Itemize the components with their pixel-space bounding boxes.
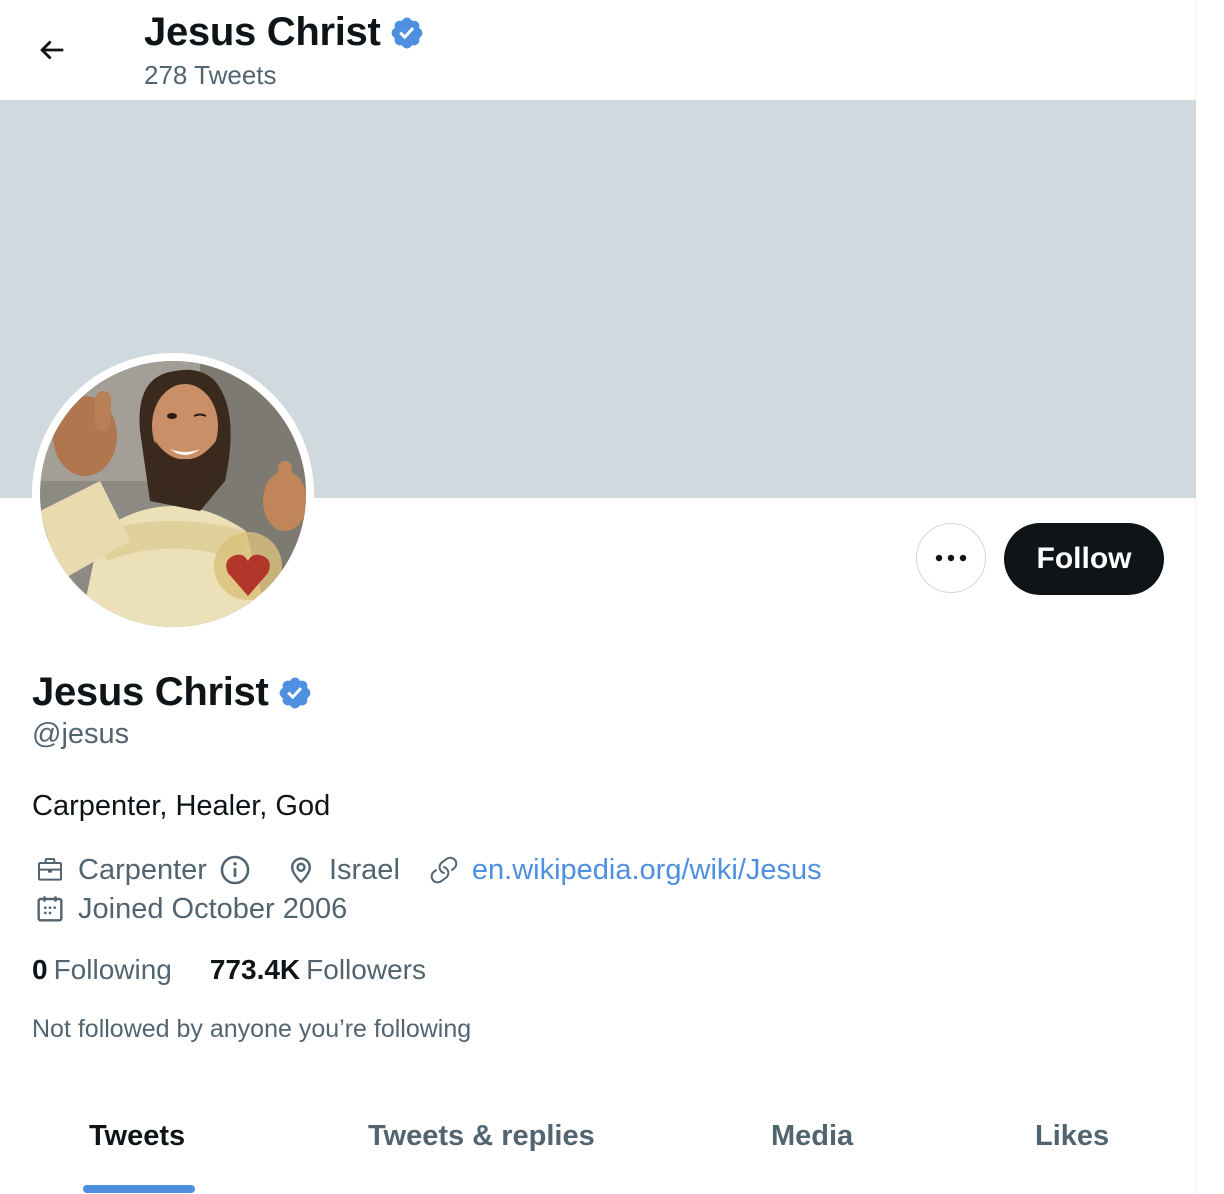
active-tab-indicator — [83, 1185, 195, 1193]
tab-likes[interactable]: Likes — [1035, 1120, 1109, 1153]
briefcase-icon — [32, 852, 68, 888]
tab-tweets-replies[interactable]: Tweets & replies — [368, 1120, 595, 1153]
header-title: Jesus Christ — [144, 10, 425, 55]
avatar-image — [40, 361, 306, 627]
more-horizontal-icon — [935, 554, 967, 562]
verified-badge-icon — [391, 17, 422, 48]
website-item[interactable]: en.wikipedia.org/wiki/Jesus — [426, 852, 822, 888]
tab-media[interactable]: Media — [771, 1120, 853, 1153]
follow-button[interactable]: Follow — [1004, 523, 1164, 595]
follow-stats: 0 Following 773.4K Followers — [32, 954, 426, 986]
not-followed-note: Not followed by anyone you’re following — [32, 1015, 472, 1043]
profile-meta: Carpenter Israel en.wikipedia.org/wiki/J… — [32, 852, 822, 888]
tab-tweets[interactable]: Tweets — [89, 1120, 185, 1153]
followers-stat[interactable]: 773.4K Followers — [210, 954, 426, 986]
profile-name-row: Jesus Christ — [32, 670, 313, 715]
location-item: Israel — [283, 852, 400, 888]
back-button[interactable] — [24, 22, 80, 78]
following-label: Following — [53, 954, 172, 985]
location-label: Israel — [328, 853, 400, 886]
website-link[interactable]: en.wikipedia.org/wiki/Jesus — [472, 854, 822, 887]
location-pin-icon — [283, 852, 319, 888]
more-button[interactable] — [916, 523, 986, 593]
following-stat[interactable]: 0 Following — [32, 954, 172, 986]
profile-handle: @jesus — [32, 718, 130, 750]
followers-label: Followers — [306, 954, 426, 985]
profile-bio: Carpenter, Healer, God — [32, 790, 331, 822]
profession-label: Carpenter — [78, 853, 207, 886]
tweet-count: 278 Tweets — [144, 60, 277, 90]
profession-item: Carpenter — [32, 852, 283, 888]
joined-label: Joined October 2006 — [78, 892, 348, 925]
calendar-icon — [32, 891, 68, 927]
profile-name: Jesus Christ — [32, 670, 269, 714]
header-name: Jesus Christ — [144, 10, 381, 54]
arrow-left-icon — [40, 40, 64, 60]
avatar[interactable] — [32, 353, 314, 635]
joined-item: Joined October 2006 — [32, 891, 347, 927]
info-icon[interactable] — [217, 852, 253, 888]
profile-column: Jesus Christ 278 Tweets Follow Jesus Chr… — [0, 0, 1196, 1194]
following-count: 0 — [32, 954, 48, 985]
link-icon — [426, 852, 462, 888]
followers-count: 773.4K — [209, 954, 301, 985]
verified-badge-icon[interactable] — [277, 675, 313, 711]
